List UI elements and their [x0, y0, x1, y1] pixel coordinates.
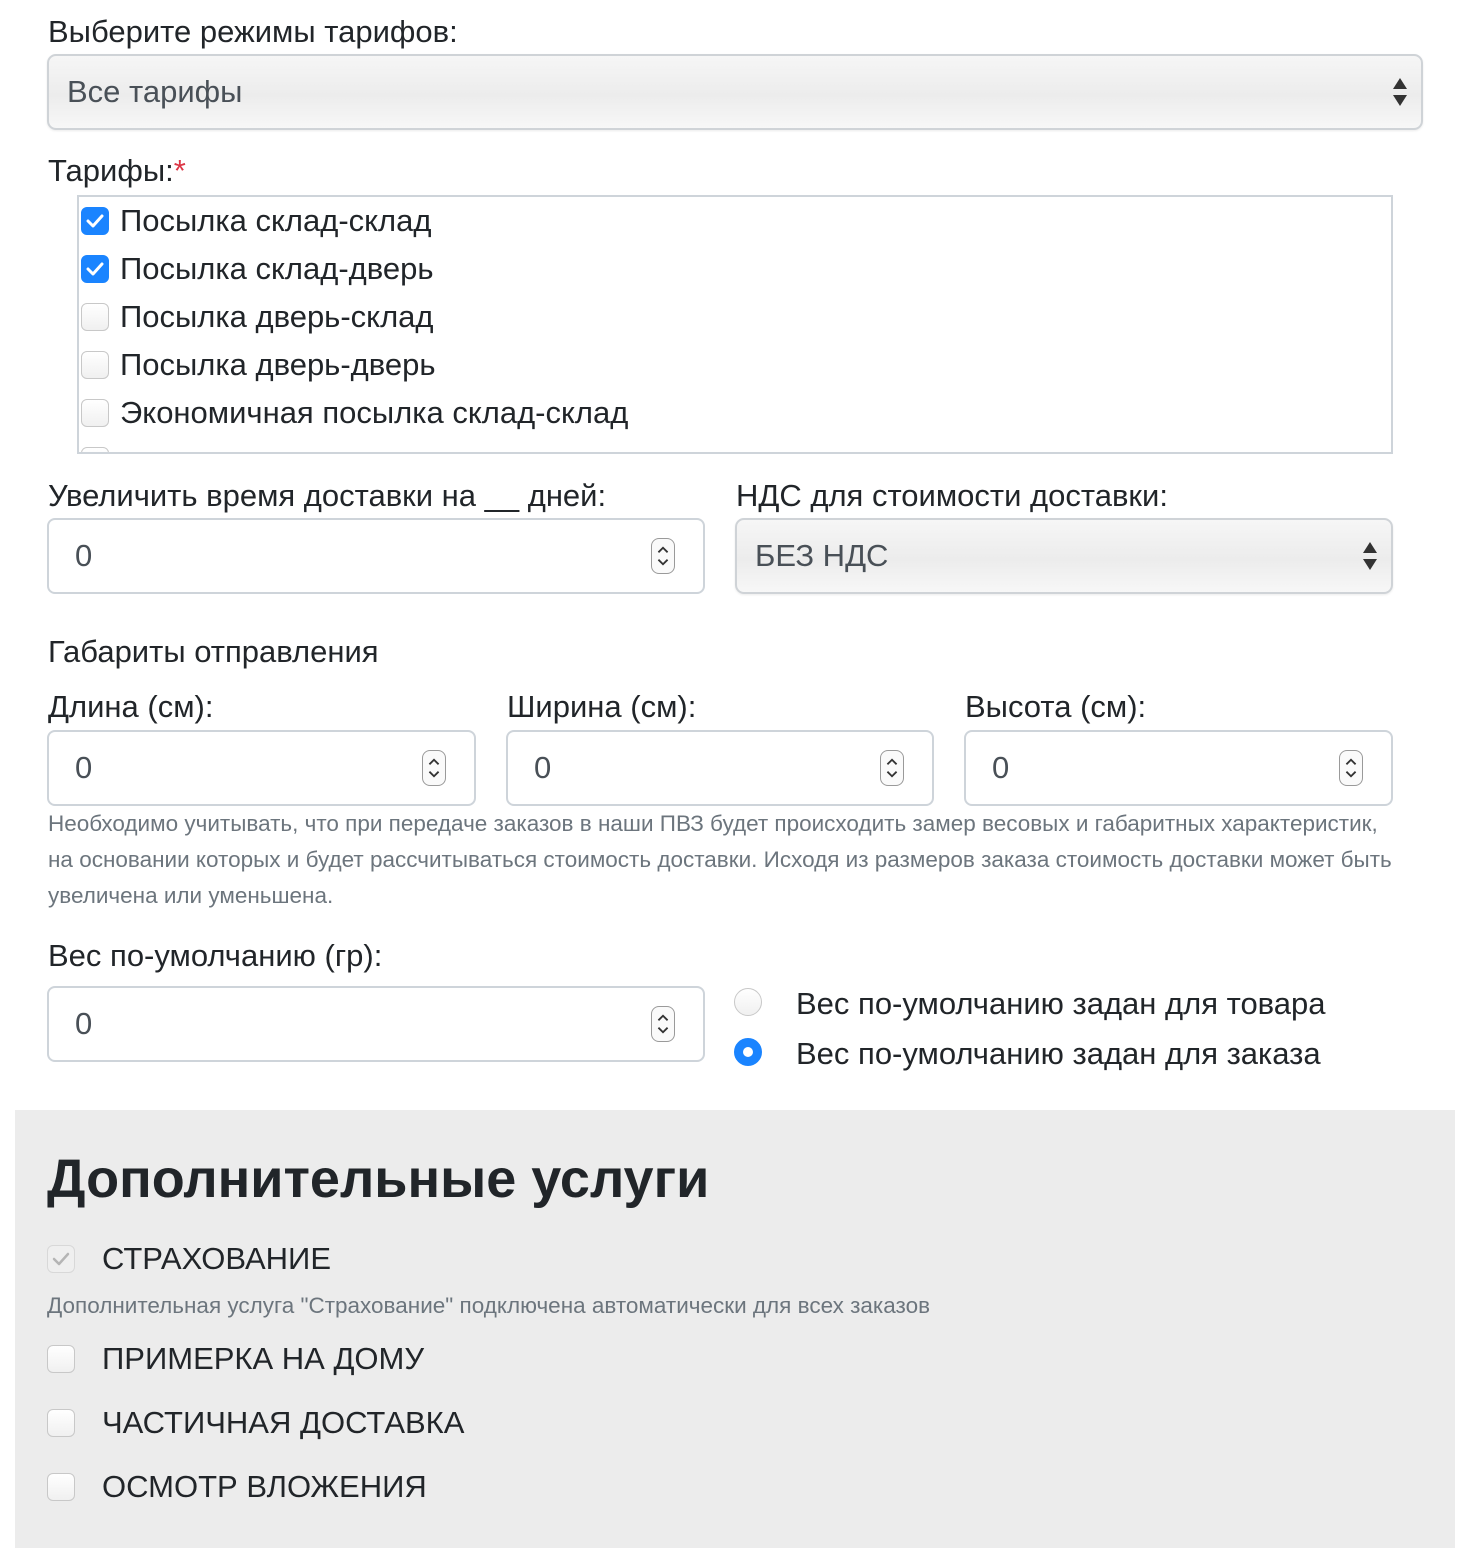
checkbox-icon[interactable] — [47, 1345, 75, 1373]
delivery-days-input[interactable]: 0 — [47, 518, 705, 594]
service-item[interactable]: ПРИМЕРКА НА ДОМУ — [47, 1341, 424, 1377]
checkbox-icon[interactable] — [81, 447, 109, 452]
service-item[interactable]: ЧАСТИЧНАЯ ДОСТАВКА — [47, 1405, 464, 1441]
tariff-label: Экономичная посылка склад-склад — [120, 395, 629, 430]
vat-selected: БЕЗ НДС — [755, 538, 889, 573]
tariff-label: Посылка склад-дверь — [120, 251, 434, 286]
stepper-icon[interactable] — [422, 750, 446, 786]
tariff-label: Посылка дверь-дверь — [120, 347, 436, 382]
tariffs-label: Тарифы:* — [48, 153, 186, 188]
width-input[interactable]: 0 — [506, 730, 934, 806]
dimensions-help-text: Необходимо учитывать, что при передаче з… — [48, 811, 1392, 908]
tariff-item[interactable]: Экономичная посылка склад-склад — [81, 393, 628, 433]
weight-value: 0 — [75, 1006, 93, 1041]
length-value: 0 — [75, 750, 93, 785]
stepper-icon[interactable] — [880, 750, 904, 786]
checkbox-icon[interactable] — [47, 1409, 75, 1437]
checkbox-icon[interactable] — [81, 351, 109, 379]
length-label: Длина (см): — [48, 689, 214, 724]
service-label: ЧАСТИЧНАЯ ДОСТАВКА — [102, 1405, 465, 1440]
height-value: 0 — [992, 750, 1010, 785]
extra-services-title: Дополнительные услуги — [47, 1149, 710, 1209]
extra-services-panel: Дополнительные услуги СТРАХОВАНИЕ Дополн… — [15, 1110, 1455, 1548]
tariff-label: Посылка склад-склад — [120, 203, 432, 238]
checkbox-checked-icon[interactable] — [81, 255, 109, 283]
tariff-mode-selected: Все тарифы — [67, 74, 243, 109]
checkbox-icon[interactable] — [81, 303, 109, 331]
tariff-mode-select[interactable]: Все тарифы — [47, 54, 1423, 130]
vat-label: НДС для стоимости доставки: — [736, 478, 1168, 513]
tariff-label: Посылка дверь-склад — [120, 299, 434, 334]
tariff-mode-label: Выберите режимы тарифов: — [48, 14, 458, 49]
service-insurance: СТРАХОВАНИЕ — [47, 1241, 331, 1277]
checkbox-icon[interactable] — [81, 399, 109, 427]
checkbox-icon[interactable] — [47, 1473, 75, 1501]
insurance-help-text: Дополнительная услуга "Страхование" подк… — [47, 1293, 931, 1318]
width-value: 0 — [534, 750, 552, 785]
height-label: Высота (см): — [965, 689, 1147, 724]
service-label: ПРИМЕРКА НА ДОМУ — [102, 1341, 425, 1376]
select-arrows-icon — [1363, 542, 1377, 570]
vat-select[interactable]: БЕЗ НДС — [735, 518, 1393, 594]
radio-selected-icon[interactable] — [734, 1038, 762, 1066]
service-item[interactable]: ОСМОТР ВЛОЖЕНИЯ — [47, 1469, 427, 1505]
delivery-days-label: Увеличить время доставки на __ дней: — [48, 478, 607, 513]
stepper-icon[interactable] — [651, 538, 675, 574]
dimensions-title: Габариты отправления — [48, 634, 379, 669]
checkbox-disabled-checked-icon — [47, 1245, 75, 1273]
weight-input[interactable]: 0 — [47, 986, 705, 1062]
weight-label: Вес по-умолчанию (гр): — [48, 938, 383, 973]
delivery-days-value: 0 — [75, 538, 93, 573]
weight-option-order[interactable]: Вес по-умолчанию задан для заказа — [796, 1036, 1321, 1072]
length-input[interactable]: 0 — [47, 730, 476, 806]
service-label: ОСМОТР ВЛОЖЕНИЯ — [102, 1469, 427, 1504]
tariff-item[interactable]: Посылка дверь-дверь — [81, 345, 436, 385]
tariff-item-partial[interactable] — [81, 441, 109, 452]
tariffs-list[interactable]: Посылка склад-склад Посылка склад-дверь … — [77, 195, 1393, 454]
weight-option-product[interactable]: Вес по-умолчанию задан для товара — [796, 986, 1326, 1022]
stepper-icon[interactable] — [1339, 750, 1363, 786]
checkbox-checked-icon[interactable] — [81, 207, 109, 235]
tariff-item[interactable]: Посылка дверь-склад — [81, 297, 433, 337]
radio-icon[interactable] — [734, 988, 762, 1016]
required-mark: * — [173, 153, 186, 188]
select-arrows-icon — [1393, 78, 1407, 106]
height-input[interactable]: 0 — [964, 730, 1393, 806]
stepper-icon[interactable] — [651, 1006, 675, 1042]
tariff-item[interactable]: Посылка склад-дверь — [81, 249, 433, 289]
tariff-item[interactable]: Посылка склад-склад — [81, 201, 431, 241]
width-label: Ширина (см): — [507, 689, 697, 724]
service-label: СТРАХОВАНИЕ — [102, 1241, 332, 1276]
